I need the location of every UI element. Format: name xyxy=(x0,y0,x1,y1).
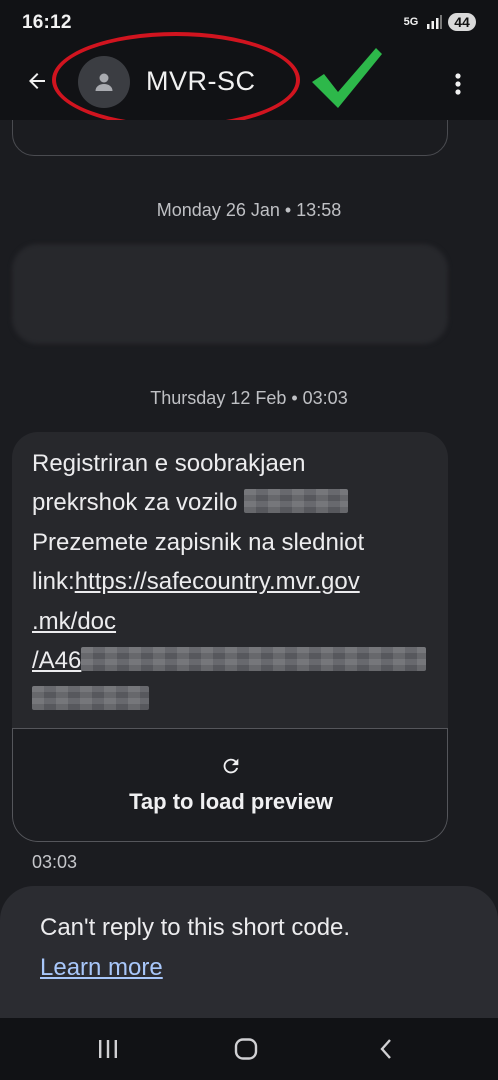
nav-back-button[interactable] xyxy=(366,1032,406,1066)
status-time: 16:12 xyxy=(22,12,72,33)
message-fragment: link: xyxy=(32,568,75,596)
previous-message-bubble[interactable] xyxy=(12,120,448,156)
system-nav-bar xyxy=(0,1018,498,1080)
message-link[interactable]: .mk/doc xyxy=(32,608,116,635)
message-bubble[interactable]: Registriran e soobrakjaen prekrshok za v… xyxy=(12,432,448,842)
network-5g-icon: 5G xyxy=(403,16,419,28)
reply-notice: Can't reply to this short code. Learn mo… xyxy=(0,886,498,1018)
contact-avatar[interactable] xyxy=(78,56,130,108)
message-line: prekrshok za vozilo xyxy=(32,483,432,522)
redacted-link-part xyxy=(32,686,149,711)
recents-icon xyxy=(99,1040,117,1058)
message-line xyxy=(32,680,432,719)
message-line: Prezemete zapisnik na sledniot xyxy=(32,528,365,556)
redacted-link-part xyxy=(81,647,427,672)
message-link[interactable]: /A46 xyxy=(32,647,81,674)
date-separator: Thursday 12 Feb • 03:03 xyxy=(150,388,348,408)
battery-icon: 44 xyxy=(448,13,476,31)
refresh-icon xyxy=(223,758,239,774)
message-line: .mk/doc xyxy=(32,602,432,641)
more-vert-icon xyxy=(455,73,461,95)
preview-label: Tap to load preview xyxy=(129,789,333,814)
message-line: /A46 xyxy=(32,641,432,680)
checkmark-icon xyxy=(312,48,382,108)
more-options-button[interactable] xyxy=(438,64,478,104)
recents-button[interactable] xyxy=(88,1032,128,1066)
message-text: Registriran e soobrakjaen prekrshok za v… xyxy=(32,444,432,720)
person-icon xyxy=(95,73,113,91)
redacted-message-bubble[interactable] xyxy=(12,244,448,344)
message-timestamp: 03:03 xyxy=(32,852,78,872)
back-arrow-icon xyxy=(29,73,45,89)
status-icons: 5G 44 xyxy=(402,13,476,31)
message-list[interactable]: Monday 26 Jan • 13:58 Thursday 12 Feb • … xyxy=(0,120,498,1018)
learn-more-link[interactable]: Learn more xyxy=(40,954,163,982)
message-link[interactable]: https://safecountry.mvr.gov xyxy=(75,568,360,595)
chevron-left-icon xyxy=(380,1039,391,1059)
message-fragment: prekrshok za vozilo xyxy=(32,489,245,517)
contact-name[interactable]: MVR-SC xyxy=(146,66,256,97)
home-button[interactable] xyxy=(226,1032,266,1066)
link-preview-button[interactable]: Tap to load preview xyxy=(12,728,448,842)
reply-notice-text: Can't reply to this short code. xyxy=(40,914,351,941)
message-line: link:https://safecountry.mvr.gov xyxy=(32,562,432,601)
back-button[interactable] xyxy=(20,64,54,98)
status-bar: 16:12 5G 44 xyxy=(0,0,498,46)
home-icon xyxy=(234,1038,258,1060)
conversation-header: MVR-SC xyxy=(0,32,498,128)
message-line: Registriran e soobrakjaen xyxy=(32,450,306,477)
redacted-plate-number xyxy=(244,489,349,514)
signal-icon xyxy=(426,15,442,29)
date-separator: Monday 26 Jan • 13:58 xyxy=(156,200,342,220)
